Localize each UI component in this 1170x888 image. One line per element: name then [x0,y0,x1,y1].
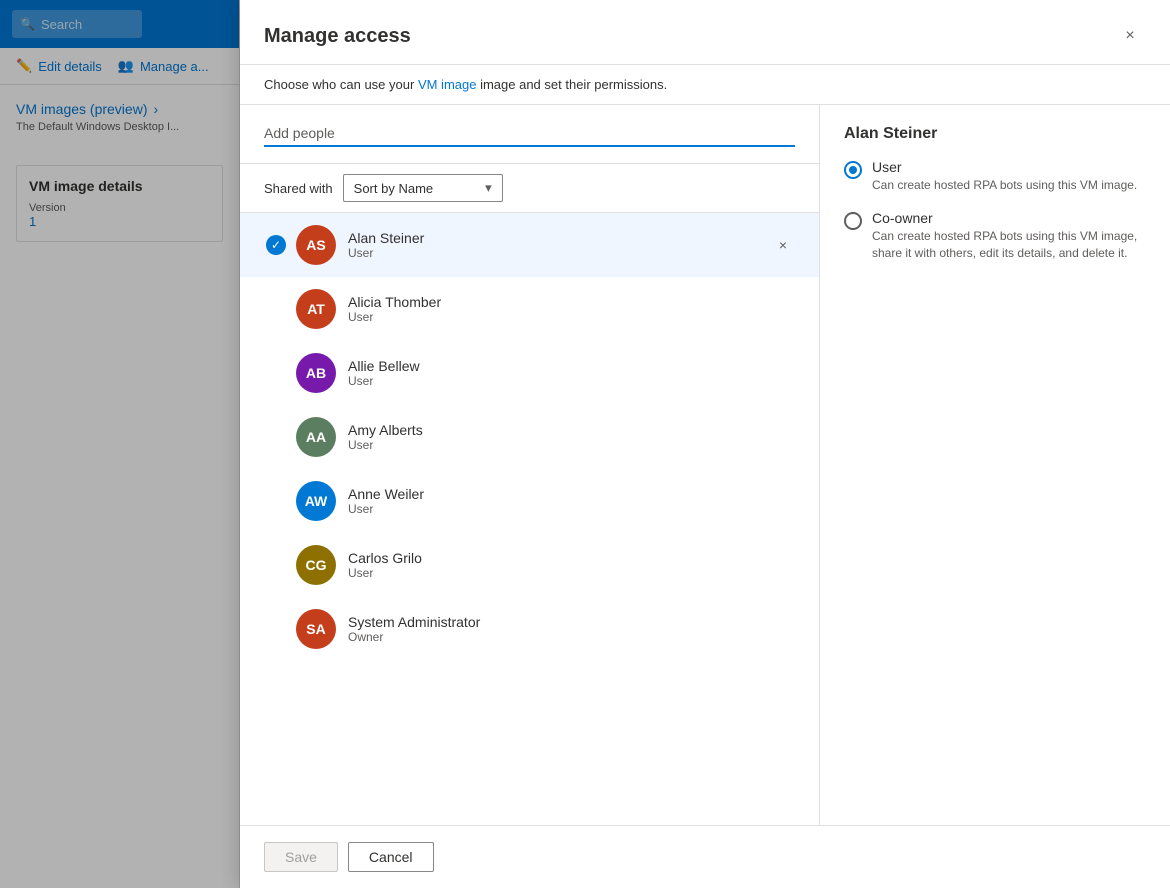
save-button[interactable]: Save [264,842,338,872]
person-item[interactable]: CGCarlos GriloUser× [240,533,819,597]
remove-person-button[interactable]: × [771,233,795,257]
close-button[interactable]: × [1114,20,1146,52]
permission-text: User Can create hosted RPA bots using thi… [872,159,1137,194]
selected-user-name: Alan Steiner [844,125,1146,143]
manage-access-dialog: Manage access × Choose who can use your … [240,0,1170,888]
person-info: Carlos GriloUser [348,550,771,580]
avatar: AB [296,353,336,393]
right-panel: Alan Steiner User Can create hosted RPA b… [820,105,1170,825]
left-panel: Shared with Sort by Name ▾ ✓ AS Alan Stein… [240,105,820,825]
cancel-button[interactable]: Cancel [348,842,434,872]
avatar: AT [296,289,336,329]
dialog-body: Shared with Sort by Name ▾ ✓ AS Alan Stein… [240,105,1170,825]
check-mark-icon: ✓ [266,235,286,255]
shared-with-label: Shared with [264,181,333,196]
person-role: Owner [348,630,771,644]
permission-text: Co-owner Can create hosted RPA bots using… [872,210,1146,262]
person-name: Alan Steiner [348,230,771,246]
person-info: Amy AlbertsUser [348,422,771,452]
avatar: AS [296,225,336,265]
person-role: User [348,566,771,580]
dialog-header: Manage access × [240,0,1170,65]
add-people-input[interactable] [264,121,795,147]
permission-description: Can create hosted RPA bots using this VM… [872,177,1137,194]
person-info: Anne WeilerUser [348,486,771,516]
person-name: Carlos Grilo [348,550,771,566]
avatar: CG [296,545,336,585]
dialog-title: Manage access [264,25,411,48]
person-name: System Administrator [348,614,771,630]
permission-description: Can create hosted RPA bots using this VM… [872,228,1146,262]
person-role: User [348,502,771,516]
person-name: Alicia Thomber [348,294,771,310]
person-item[interactable]: ✓ AS Alan SteinerUser× [240,213,819,277]
person-info: Alan SteinerUser [348,230,771,260]
permission-name: User [872,159,1137,175]
radio-button[interactable] [844,212,862,230]
shared-with-row: Shared with Sort by Name ▾ [240,164,819,213]
permission-option[interactable]: User Can create hosted RPA bots using thi… [844,159,1146,194]
permission-name: Co-owner [872,210,1146,226]
avatar: AW [296,481,336,521]
person-item[interactable]: AAAmy AlbertsUser× [240,405,819,469]
person-item[interactable]: ABAllie BellewUser× [240,341,819,405]
person-role: User [348,246,771,260]
dialog-subtitle: Choose who can use your VM image image a… [240,65,1170,105]
modal-overlay: Manage access × Choose who can use your … [0,0,1170,888]
check-area: ✓ [264,235,288,255]
person-info: Alicia ThomberUser [348,294,771,324]
permissions-list: User Can create hosted RPA bots using thi… [844,159,1146,261]
permission-option[interactable]: Co-owner Can create hosted RPA bots using… [844,210,1146,262]
chevron-down-icon: ▾ [485,180,492,196]
person-info: Allie BellewUser [348,358,771,388]
person-role: User [348,438,771,452]
person-name: Amy Alberts [348,422,771,438]
subtitle-link[interactable]: VM image [418,77,477,92]
person-item[interactable]: ATAlicia ThomberUser× [240,277,819,341]
person-role: User [348,310,771,324]
sort-label: Sort by Name [354,181,433,196]
person-role: User [348,374,771,388]
person-name: Anne Weiler [348,486,771,502]
sort-dropdown[interactable]: Sort by Name ▾ [343,174,503,202]
add-people-section [240,105,819,164]
avatar: SA [296,609,336,649]
person-info: System AdministratorOwner [348,614,771,644]
dialog-footer: Save Cancel [240,825,1170,888]
person-item[interactable]: SASystem AdministratorOwner× [240,597,819,661]
person-item[interactable]: AWAnne WeilerUser× [240,469,819,533]
person-name: Allie Bellew [348,358,771,374]
people-list: ✓ASAlan SteinerUser×ATAlicia ThomberUser… [240,213,819,825]
avatar: AA [296,417,336,457]
radio-button[interactable] [844,161,862,179]
